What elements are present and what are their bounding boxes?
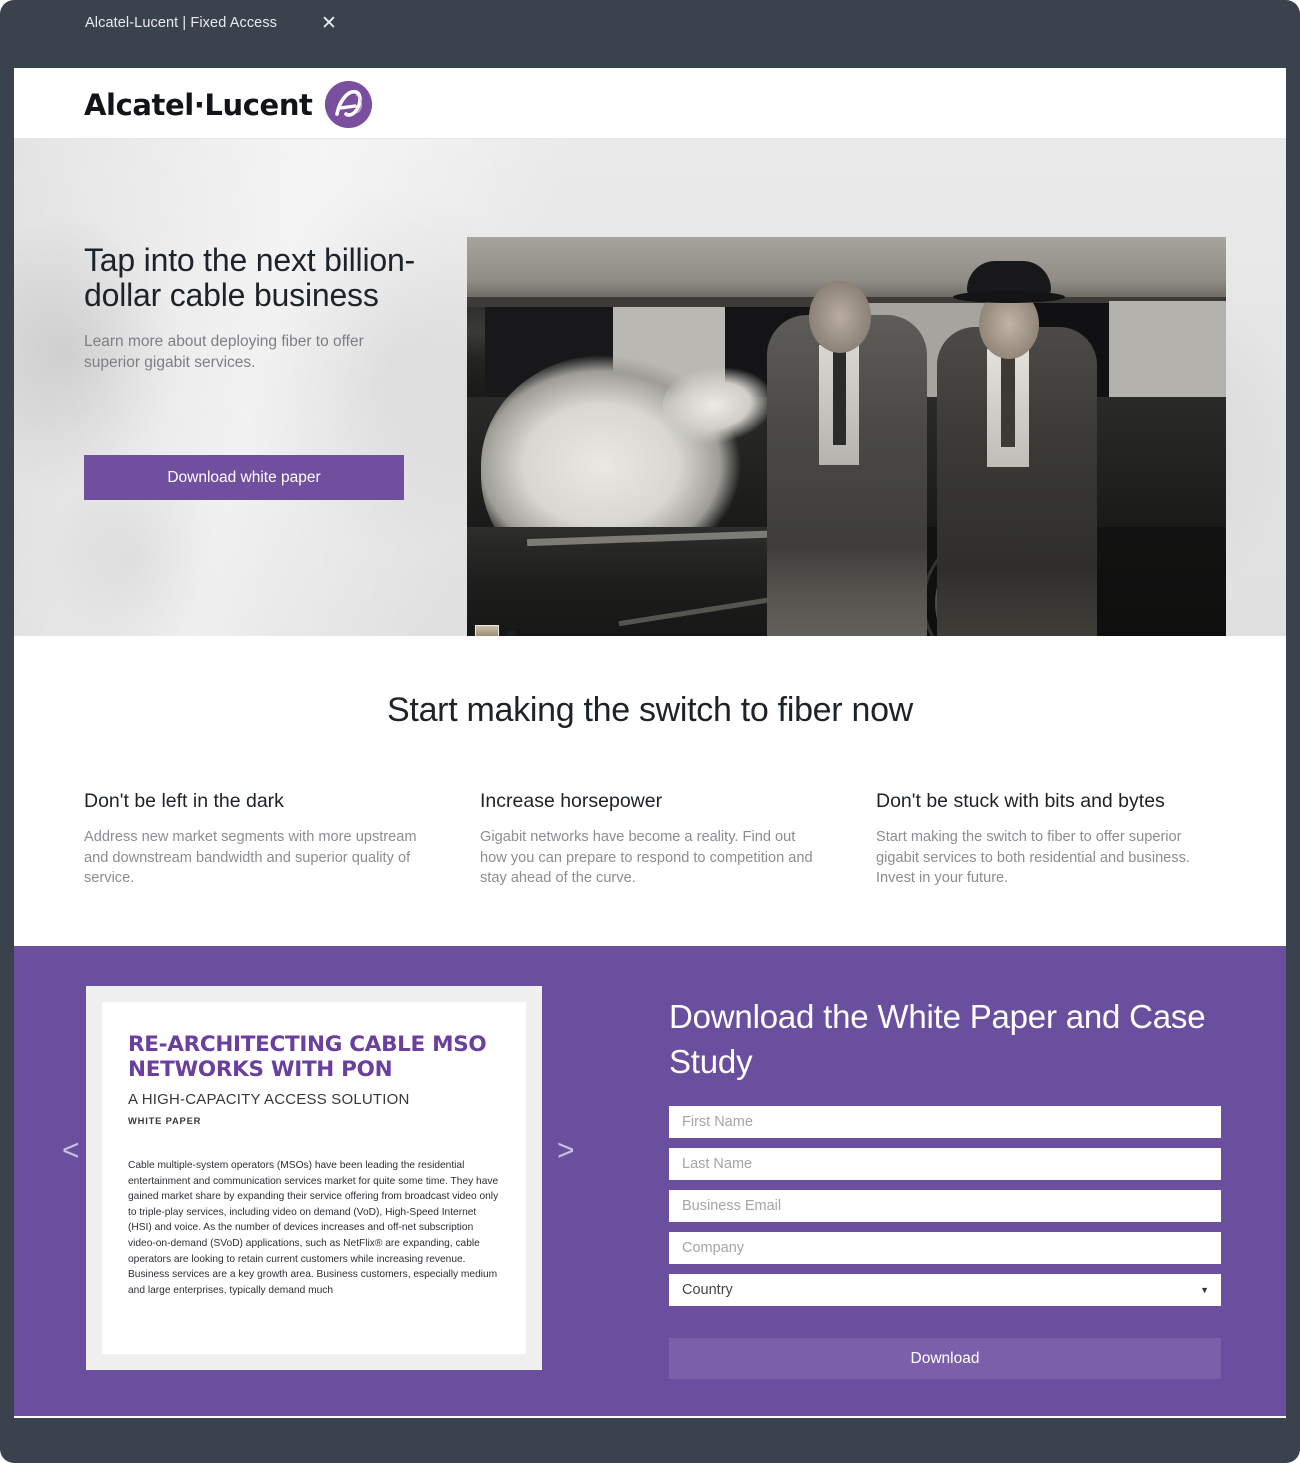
white-paper-paragraph: Cable multiple-system operators (MSOs) h… (128, 1160, 499, 1296)
download-form: Download the White Paper and Case Study … (669, 994, 1221, 1379)
hero-video-frame (467, 237, 1226, 636)
benefit-heading: Don't be left in the dark (84, 790, 284, 812)
chevron-left-icon[interactable]: < (62, 1136, 80, 1166)
browser-tabstrip: Alcatel-Lucent | Fixed Access ✕ (0, 0, 1300, 45)
hero-copy: Tap into the next billion-dollar cable b… (84, 243, 424, 373)
download-white-paper-button[interactable]: Download white paper (84, 455, 404, 500)
brand-wordmark: Alcatel·Lucent (84, 87, 313, 122)
benefit-body: Address new market segments with more up… (84, 829, 417, 886)
video-detail (1109, 301, 1226, 405)
country-select-value: Country (682, 1282, 733, 1298)
browser-tab-title: Alcatel-Lucent | Fixed Access (85, 14, 278, 31)
white-paper-cover: RE-ARCHITECTING CABLE MSO NETWORKS WITH … (102, 1002, 526, 1354)
video-detail (809, 281, 871, 353)
download-submit-button[interactable]: Download (669, 1338, 1221, 1379)
benefit-heading: Increase horsepower (480, 790, 663, 812)
alcatel-lucent-logo-icon (324, 81, 372, 128)
benefit-columns: Don't be left in the dark Address new ma… (84, 790, 1216, 889)
page-viewport: Alcatel·Lucent Tap into the next billion… (14, 68, 1286, 1418)
browser-window: Alcatel-Lucent | Fixed Access ✕ Alcatel·… (0, 0, 1300, 1463)
chevron-down-icon: ▼ (1200, 1285, 1209, 1295)
hero-section: Tap into the next billion-dollar cable b… (14, 139, 1286, 636)
download-section: < > RE-ARCHITECTING CABLE MSO NETWORKS W… (14, 946, 1286, 1416)
company-input[interactable] (669, 1232, 1221, 1264)
business-email-input[interactable] (669, 1190, 1221, 1222)
video-detail (1001, 353, 1015, 447)
hero-subtitle: Learn more about deploying fiber to offe… (84, 333, 364, 371)
download-form-title: Download the White Paper and Case Study (669, 998, 1206, 1080)
white-paper-title: RE-ARCHITECTING CABLE MSO NETWORKS WITH … (128, 1032, 487, 1082)
video-detail (833, 349, 846, 445)
white-paper-kicker: WHITE PAPER (128, 1115, 202, 1126)
benefit-body: Start making the switch to fiber to offe… (876, 829, 1190, 886)
benefit-column-1: Don't be left in the dark Address new ma… (84, 790, 424, 889)
country-select[interactable]: Country ▼ (669, 1274, 1221, 1306)
benefits-section: Start making the switch to fiber now Don… (14, 636, 1286, 946)
chevron-right-icon[interactable]: > (557, 1136, 575, 1166)
last-name-input[interactable] (669, 1148, 1221, 1180)
video-thumbnail-overlay (475, 625, 499, 636)
brand-logo[interactable]: Alcatel·Lucent (84, 81, 372, 128)
white-paper-carousel[interactable]: RE-ARCHITECTING CABLE MSO NETWORKS WITH … (86, 986, 542, 1370)
benefit-body: Gigabit networks have become a reality. … (480, 829, 813, 886)
hero-title: Tap into the next billion-dollar cable b… (84, 242, 416, 313)
benefits-title: Start making the switch to fiber now (387, 691, 913, 729)
white-paper-subtitle: A HIGH-CAPACITY ACCESS SOLUTION (128, 1091, 410, 1108)
browser-tab[interactable]: Alcatel-Lucent | Fixed Access ✕ (35, 0, 360, 45)
benefit-heading: Don't be stuck with bits and bytes (876, 790, 1165, 812)
download-form-fields: Country ▼ (669, 1106, 1221, 1306)
video-detail (953, 291, 1065, 303)
close-icon[interactable]: ✕ (320, 13, 338, 32)
benefit-column-3: Don't be stuck with bits and bytes Start… (876, 790, 1216, 889)
benefit-column-2: Increase horsepower Gigabit networks hav… (480, 790, 820, 889)
first-name-input[interactable] (669, 1106, 1221, 1138)
hero-video-player[interactable] (467, 237, 1226, 636)
site-header: Alcatel·Lucent (14, 68, 1286, 139)
